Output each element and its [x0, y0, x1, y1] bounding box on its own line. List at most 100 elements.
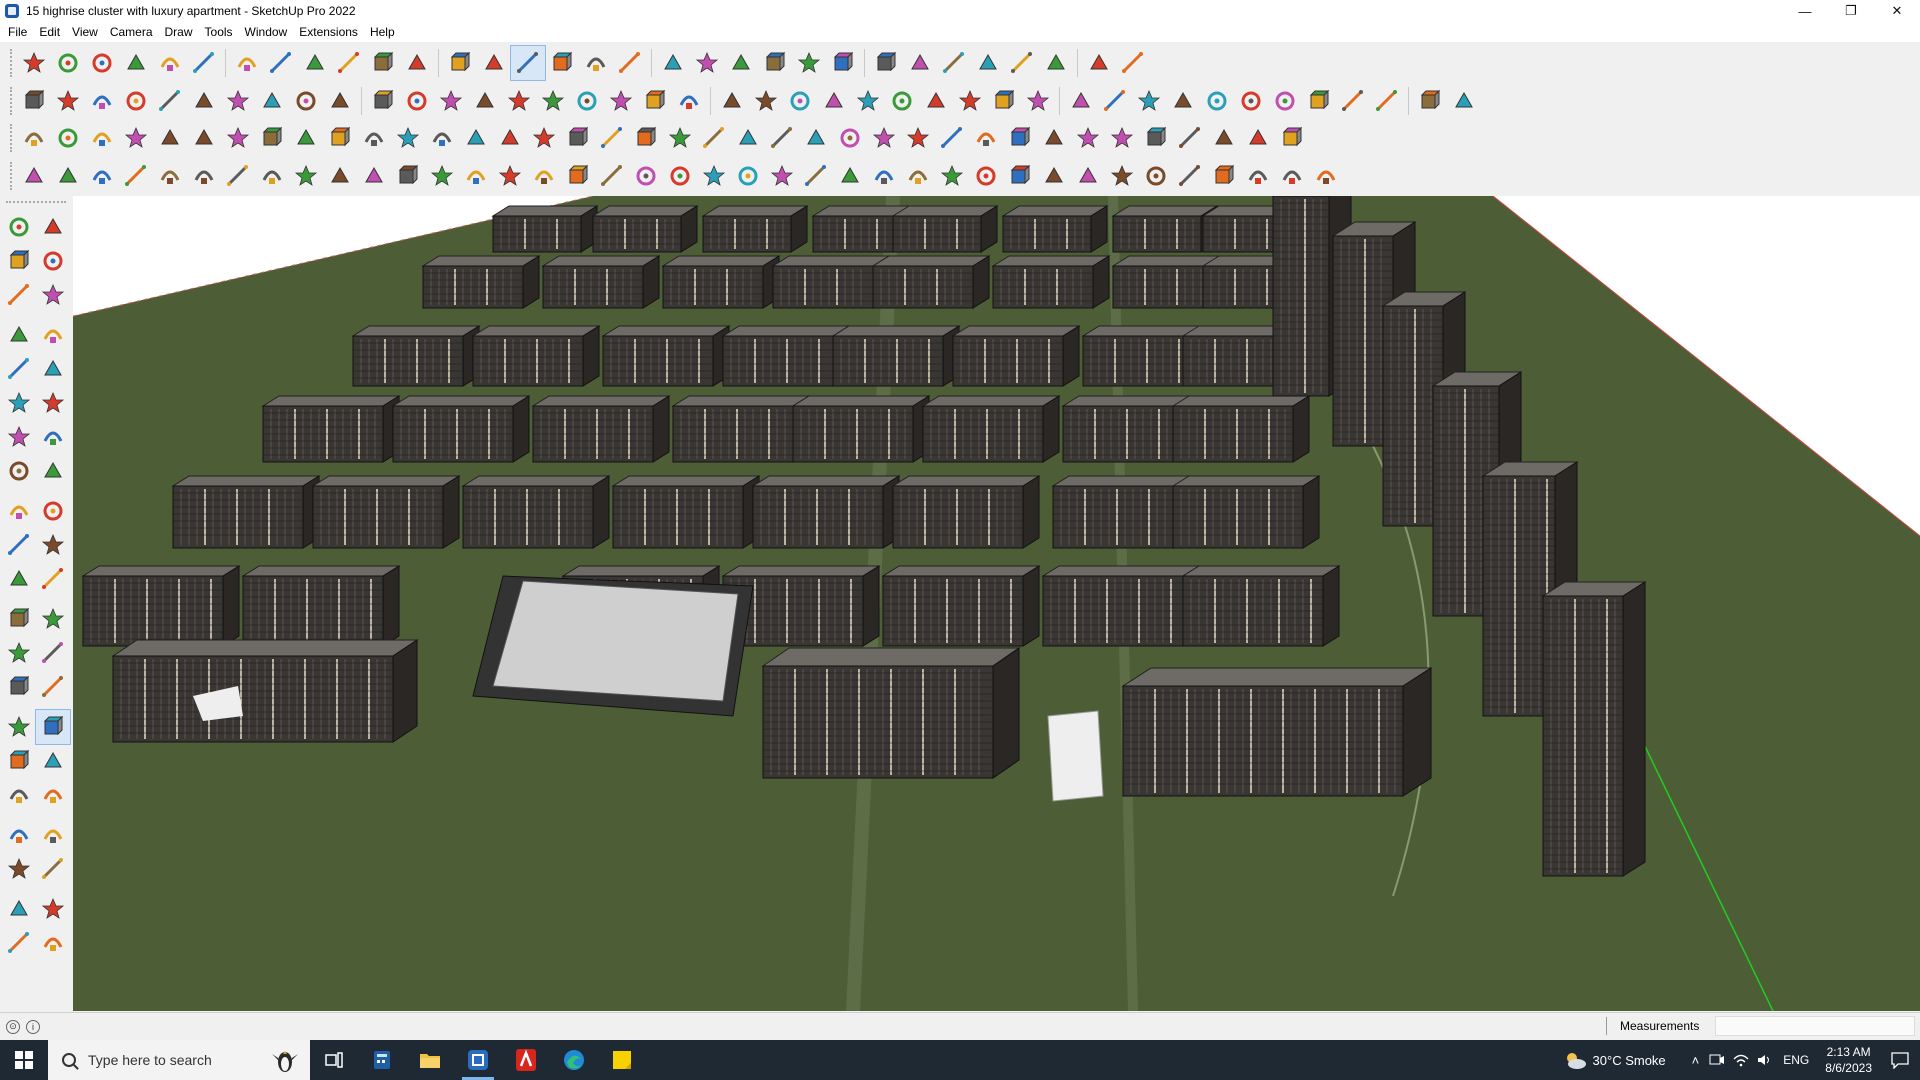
window-button[interactable] [1071, 121, 1105, 155]
stairs-button[interactable] [663, 159, 697, 193]
paint-bucket-button[interactable] [443, 46, 477, 80]
orbit-button[interactable] [36, 210, 70, 244]
polygon-button[interactable] [953, 84, 987, 118]
drill-button[interactable] [85, 159, 119, 193]
fence-button[interactable] [561, 159, 595, 193]
grid-orange-button[interactable] [1139, 121, 1173, 155]
red-line-alt-button[interactable] [425, 159, 459, 193]
section-plane-button[interactable] [2, 892, 36, 926]
eraser-button[interactable] [85, 46, 119, 80]
hook-button[interactable] [697, 121, 731, 155]
calculator-button[interactable] [358, 1040, 406, 1080]
pie-button[interactable] [36, 454, 70, 488]
3d-text-button[interactable] [36, 670, 70, 704]
bevel-button[interactable] [187, 84, 221, 118]
wave-orange-button[interactable] [731, 121, 765, 155]
web-button[interactable] [629, 159, 663, 193]
wing-button[interactable] [1275, 159, 1309, 193]
fan-alt-button[interactable] [1207, 159, 1241, 193]
eraser-button[interactable] [36, 244, 70, 278]
color-button[interactable] [826, 46, 860, 80]
rotate-button[interactable] [2, 528, 36, 562]
select-arrow-button[interactable] [51, 46, 85, 80]
teapot-button[interactable] [1370, 84, 1404, 118]
push-pull-button[interactable] [119, 84, 153, 118]
tape-measure-button[interactable] [366, 46, 400, 80]
polygon-button[interactable] [36, 386, 70, 420]
info-icon[interactable]: i [26, 1019, 40, 1034]
styles-button[interactable] [724, 46, 758, 80]
undo-button[interactable] [1039, 46, 1073, 80]
fillet-button[interactable] [255, 84, 289, 118]
freehand-button[interactable] [153, 46, 187, 80]
freehand-button[interactable] [36, 318, 70, 352]
water-button[interactable] [629, 121, 663, 155]
knot-button[interactable] [1132, 84, 1166, 118]
toolbar-grip[interactable] [10, 49, 13, 77]
coil-button[interactable] [221, 159, 255, 193]
hatch-alt-button[interactable] [1105, 159, 1139, 193]
axes-button[interactable] [2, 670, 36, 704]
corner-button[interactable] [425, 121, 459, 155]
tag-button[interactable] [1200, 84, 1234, 118]
split-button[interactable] [323, 84, 357, 118]
measurements-box[interactable] [1715, 1016, 1915, 1036]
move-button[interactable] [2, 494, 36, 528]
qr-button[interactable] [1275, 121, 1309, 155]
menu-help[interactable]: Help [364, 25, 401, 39]
look-around-button[interactable] [36, 818, 70, 852]
rectangle-button[interactable] [2, 352, 36, 386]
pan-hand-button[interactable] [35, 709, 71, 745]
lattice-button[interactable] [1037, 121, 1071, 155]
menu-extensions[interactable]: Extensions [293, 25, 364, 39]
text-button[interactable] [36, 636, 70, 670]
box-flat-button[interactable] [1413, 84, 1447, 118]
dotted-path-button[interactable] [51, 159, 85, 193]
house-alt-button[interactable] [604, 84, 638, 118]
section-fill-button[interactable] [36, 926, 70, 960]
menu-file[interactable]: File [2, 25, 33, 39]
zoom-extents-button[interactable] [2, 778, 36, 812]
red-square-button[interactable] [255, 121, 289, 155]
white-plane-button[interactable] [187, 121, 221, 155]
box-xray-button[interactable] [51, 84, 85, 118]
restore-button[interactable]: ❐ [1828, 0, 1874, 22]
scale-button[interactable] [298, 46, 332, 80]
cube-red-button[interactable] [1003, 121, 1037, 155]
circle-button[interactable] [2, 386, 36, 420]
bridge-button[interactable] [357, 121, 391, 155]
task-view-button[interactable] [310, 1040, 358, 1080]
scissors-button[interactable] [119, 159, 153, 193]
blue-solid-button[interactable] [51, 121, 85, 155]
extrude-button[interactable] [153, 84, 187, 118]
fit-button[interactable] [1005, 46, 1039, 80]
magnet-button[interactable] [867, 121, 901, 155]
start-button[interactable] [0, 1040, 48, 1080]
section-cuts-button[interactable] [2, 926, 36, 960]
leaf-button[interactable] [749, 84, 783, 118]
select-arrow-button[interactable] [2, 210, 36, 244]
tile-button[interactable] [1105, 121, 1139, 155]
sail-button[interactable] [1241, 159, 1275, 193]
pipe-button[interactable] [391, 121, 425, 155]
truss-button[interactable] [1003, 159, 1037, 193]
expand-button[interactable] [971, 46, 1005, 80]
rotated-rect-button[interactable] [36, 352, 70, 386]
ladder-button[interactable] [697, 159, 731, 193]
sort-down-button[interactable] [937, 46, 971, 80]
chain-button[interactable] [935, 121, 969, 155]
menu-window[interactable]: Window [239, 25, 294, 39]
curve-dotted-button[interactable] [1241, 121, 1275, 155]
red-cross-button[interactable] [493, 121, 527, 155]
arrows-button[interactable] [799, 121, 833, 155]
bucket-button[interactable] [833, 121, 867, 155]
position-camera-button[interactable] [36, 852, 70, 886]
footprints-button[interactable] [2, 852, 36, 886]
component-button[interactable] [613, 46, 647, 80]
previous-view-button[interactable] [36, 778, 70, 812]
close-button[interactable]: ✕ [1874, 0, 1920, 22]
section-plane-button[interactable] [656, 46, 690, 80]
tape-measure-button[interactable] [2, 602, 36, 636]
waffle-button[interactable] [1173, 121, 1207, 155]
palette-grip[interactable] [6, 201, 66, 205]
